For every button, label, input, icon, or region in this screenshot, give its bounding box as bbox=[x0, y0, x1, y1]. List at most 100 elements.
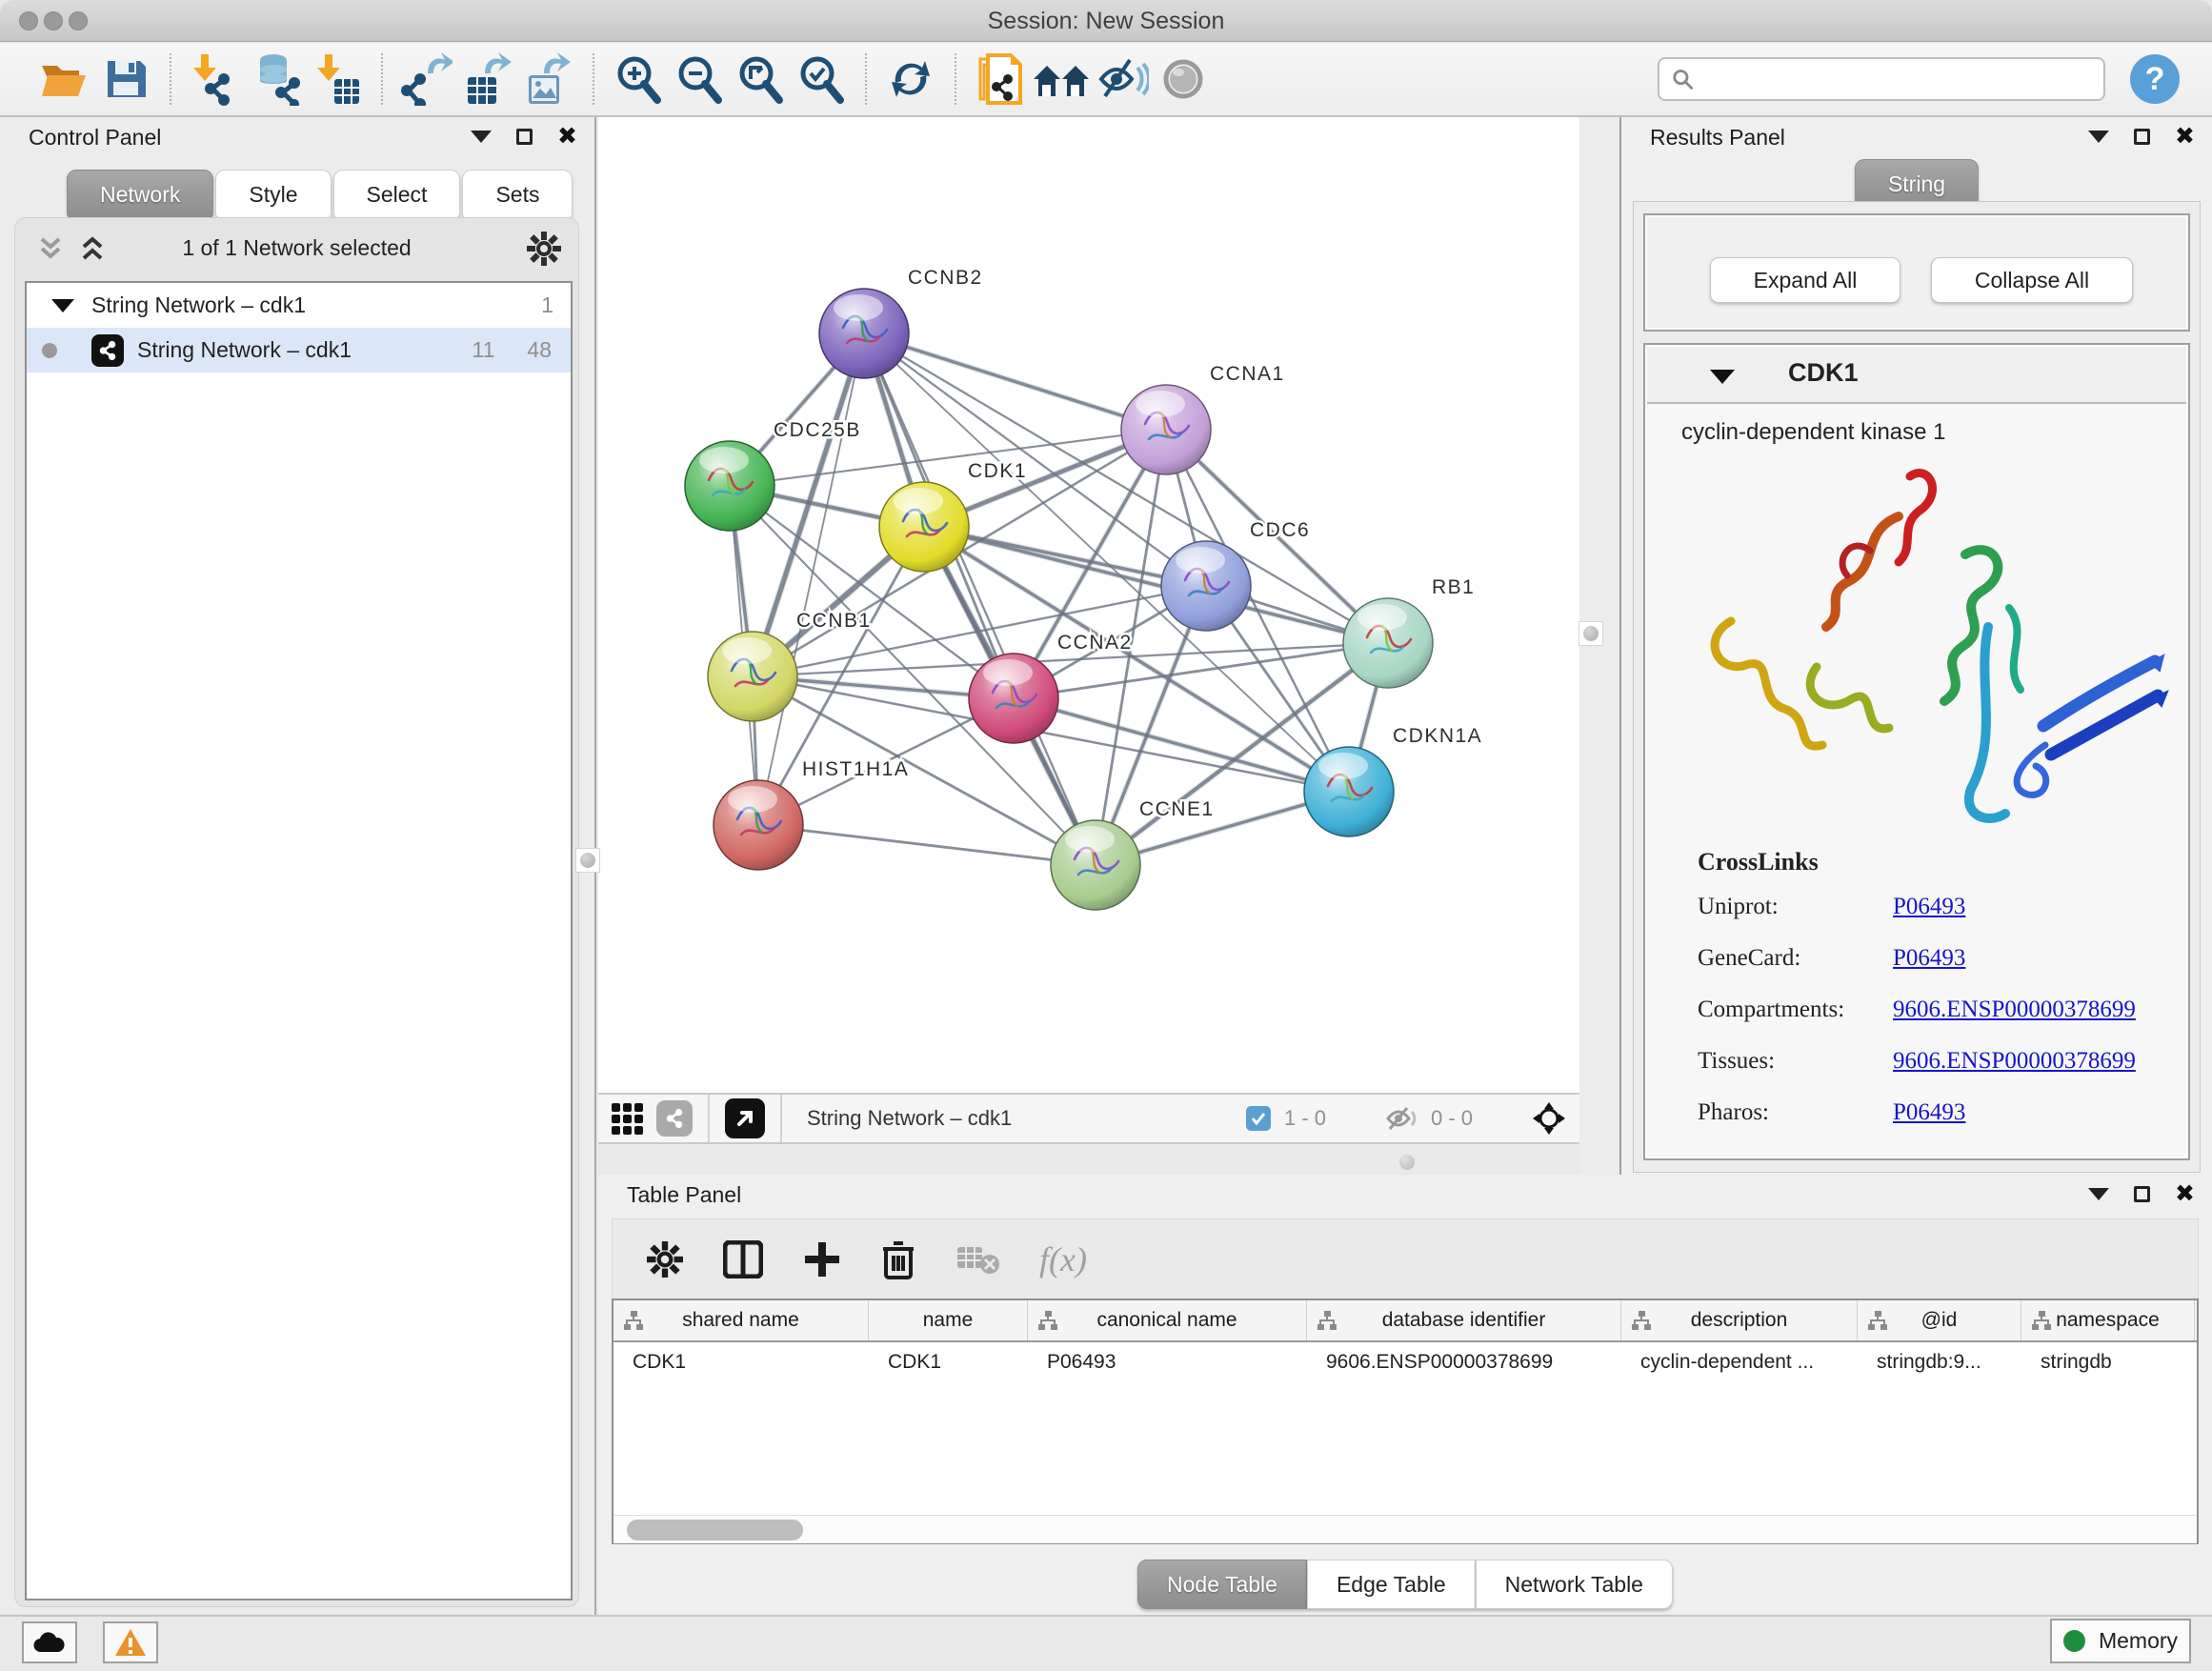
help-button[interactable]: ? bbox=[2130, 54, 2180, 104]
panel-close-icon[interactable]: ✖ bbox=[2175, 127, 2195, 146]
panel-float-icon[interactable] bbox=[516, 129, 533, 145]
cloud-status-button[interactable] bbox=[22, 1621, 77, 1663]
node-table: shared namename canonical name database id… bbox=[612, 1299, 2199, 1544]
tab-network[interactable]: Network bbox=[67, 170, 213, 219]
show-columns-icon[interactable] bbox=[723, 1240, 763, 1278]
column-header-description[interactable]: description bbox=[1621, 1300, 1858, 1340]
node-HIST1H1A[interactable]: HIST1H1A bbox=[714, 758, 909, 870]
column-header-canonicalname[interactable]: canonical name bbox=[1028, 1300, 1307, 1340]
export-network-button[interactable] bbox=[396, 50, 457, 108]
node-CDK1[interactable]: CDK1 bbox=[879, 460, 1027, 572]
selected-checkbox-icon[interactable] bbox=[1246, 1106, 1271, 1131]
panel-close-icon[interactable]: ✖ bbox=[557, 127, 577, 146]
panel-float-icon[interactable] bbox=[2134, 129, 2150, 145]
crosslink-link[interactable]: 9606.ENSP00000378699 bbox=[1893, 997, 2136, 1023]
export-table-button[interactable] bbox=[457, 50, 518, 108]
zoom-fit-button[interactable] bbox=[730, 50, 791, 108]
panel-collapse-icon[interactable] bbox=[2088, 131, 2109, 143]
edge-CCNB2-HIST1H1A[interactable] bbox=[758, 333, 864, 825]
crosslink-row: Compartments:9606.ENSP00000378699 bbox=[1698, 997, 2169, 1023]
scrollbar-thumb[interactable] bbox=[627, 1520, 803, 1540]
node-CCNA1[interactable]: CCNA1 bbox=[1121, 363, 1285, 474]
add-column-icon[interactable] bbox=[803, 1240, 841, 1278]
tab-sets[interactable]: Sets bbox=[462, 170, 573, 219]
right-splitter-handle[interactable] bbox=[1579, 621, 1603, 646]
network-row-selected[interactable]: String Network – cdk1 11 48 bbox=[27, 328, 571, 372]
home-button[interactable] bbox=[1031, 50, 1092, 108]
table-row[interactable]: CDK1CDK1P064939606.ENSP00000378699cyclin… bbox=[613, 1342, 2197, 1382]
gene-collapse-caret-icon[interactable] bbox=[1710, 370, 1735, 384]
zoom-selected-button[interactable] bbox=[791, 50, 852, 108]
crosshair-pan-icon[interactable] bbox=[1532, 1101, 1566, 1136]
column-label: canonical name bbox=[1096, 1309, 1237, 1332]
node-RB1[interactable]: RB1 bbox=[1343, 576, 1475, 688]
zoom-in-button[interactable] bbox=[608, 50, 669, 108]
column-header-databaseidentifier[interactable]: database identifier bbox=[1307, 1300, 1621, 1340]
panel-collapse-icon[interactable] bbox=[471, 131, 492, 143]
node-count: 11 bbox=[473, 337, 495, 363]
crosslink-link[interactable]: P06493 bbox=[1893, 945, 1965, 972]
grid-view-icon[interactable] bbox=[612, 1103, 643, 1135]
network-collection-row[interactable]: String Network – cdk1 1 bbox=[27, 283, 571, 328]
memory-button[interactable]: Memory bbox=[2050, 1619, 2191, 1663]
crosslinks-section: CrossLinks Uniprot:P06493GeneCard:P06493… bbox=[1698, 848, 2169, 1151]
crosslink-row: Tissues:9606.ENSP00000378699 bbox=[1698, 1048, 2169, 1075]
panel-float-icon[interactable] bbox=[2134, 1186, 2150, 1202]
panel-collapse-icon[interactable] bbox=[2088, 1188, 2109, 1200]
string-import-button[interactable] bbox=[970, 50, 1031, 108]
tab-select[interactable]: Select bbox=[333, 170, 461, 219]
tab-edge-table[interactable]: Edge Table bbox=[1307, 1560, 1476, 1609]
network-canvas[interactable]: CCNB2CCNA1CDC25BCDK1CDC6RB1CCNB1CCNA2CDK… bbox=[598, 117, 1579, 1093]
hide-nodes-button[interactable] bbox=[1092, 50, 1153, 108]
horizontal-splitter-handle[interactable] bbox=[1399, 1155, 1415, 1170]
search-input[interactable] bbox=[1695, 67, 2092, 91]
column-header-namespace[interactable]: namespace bbox=[2021, 1300, 2195, 1340]
tab-node-table[interactable]: Node Table bbox=[1137, 1560, 1307, 1609]
warnings-button[interactable] bbox=[103, 1621, 158, 1663]
crosslink-link[interactable]: P06493 bbox=[1893, 1099, 1965, 1126]
string-network-graph[interactable]: CCNB2CCNA1CDC25BCDK1CDC6RB1CCNB1CCNA2CDK… bbox=[598, 117, 1579, 1093]
column-header-name[interactable]: name bbox=[869, 1300, 1028, 1340]
import-network-database-button[interactable] bbox=[246, 50, 307, 108]
delete-column-icon[interactable] bbox=[881, 1239, 915, 1279]
table-tabs: Node TableEdge TableNetwork Table bbox=[598, 1556, 2212, 1613]
column-header-id[interactable]: @id bbox=[1858, 1300, 2021, 1340]
open-session-button[interactable] bbox=[34, 50, 95, 108]
table-options-gear-icon[interactable] bbox=[647, 1241, 683, 1278]
column-header-sharedname[interactable]: shared name bbox=[613, 1300, 869, 1340]
preview-sphere-button[interactable] bbox=[1153, 50, 1214, 108]
network-options-gear-icon[interactable] bbox=[527, 232, 561, 266]
tab-style[interactable]: Style bbox=[215, 170, 331, 219]
node-CDC25B[interactable]: CDC25B bbox=[685, 419, 861, 531]
tree-expand-caret-icon[interactable] bbox=[51, 299, 74, 312]
import-table-button[interactable] bbox=[307, 50, 368, 108]
export-image-button[interactable] bbox=[518, 50, 579, 108]
panel-close-icon[interactable]: ✖ bbox=[2175, 1184, 2195, 1203]
collapse-all-button[interactable]: Collapse All bbox=[1931, 257, 2133, 303]
gene-description: cyclin-dependent kinase 1 bbox=[1681, 419, 1946, 446]
crosslink-link[interactable]: P06493 bbox=[1893, 894, 1965, 920]
tab-network-table[interactable]: Network Table bbox=[1476, 1560, 1673, 1609]
expand-all-button[interactable]: Expand All bbox=[1710, 257, 1900, 303]
save-session-button[interactable] bbox=[95, 50, 156, 108]
import-network-file-button[interactable] bbox=[185, 50, 246, 108]
node-CDKN1A[interactable]: CDKN1A bbox=[1304, 725, 1482, 836]
crosslink-link[interactable]: 9606.ENSP00000378699 bbox=[1893, 1048, 2136, 1075]
edge-CDK1-RB1[interactable] bbox=[924, 527, 1388, 643]
node-CDC6[interactable]: CDC6 bbox=[1161, 519, 1310, 631]
node-label-HIST1H1A: HIST1H1A bbox=[802, 758, 909, 780]
vertical-splitter-strip[interactable] bbox=[1579, 117, 1619, 1175]
open-in-window-button[interactable] bbox=[725, 1098, 765, 1138]
node-CCNE1[interactable]: CCNE1 bbox=[1051, 798, 1215, 910]
gene-header-row[interactable]: CDK1 bbox=[1647, 347, 2186, 404]
refresh-layout-button[interactable] bbox=[880, 50, 941, 108]
zoom-out-button[interactable] bbox=[669, 50, 730, 108]
memory-status-dot-icon bbox=[2063, 1630, 2085, 1652]
edge-CCNB2-CCNA1[interactable] bbox=[864, 333, 1166, 430]
network-view-share-icon[interactable] bbox=[656, 1100, 693, 1137]
edge-HIST1H1A-CCNE1[interactable] bbox=[758, 825, 1096, 865]
expand-collapse-box: Expand All Collapse All bbox=[1643, 213, 2190, 332]
left-splitter-handle[interactable] bbox=[575, 848, 600, 873]
edge-CCNB2-CCNE1[interactable] bbox=[864, 333, 1096, 865]
table-horizontal-scrollbar[interactable] bbox=[613, 1515, 2197, 1543]
